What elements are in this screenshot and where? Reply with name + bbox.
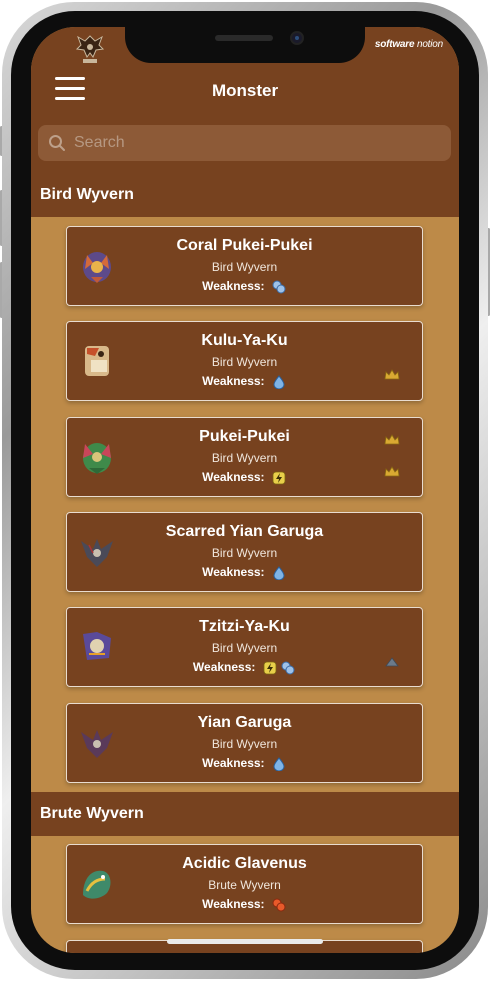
thunder-icon (281, 661, 295, 675)
weakness-label: Weakness: (192, 660, 256, 674)
monster-class: Bird Wyvern (211, 737, 278, 751)
monster-class: Brute Wyvern (208, 878, 281, 892)
monster-card-coral-pukei-pukei[interactable]: Coral Pukei-Pukei Bird Wyvern Weakness: (66, 226, 423, 306)
search-input[interactable] (74, 131, 434, 155)
search-icon (49, 135, 65, 151)
brand-logo: software notion (375, 39, 443, 50)
notch (125, 27, 365, 63)
monster-card-acidic-glavenus[interactable]: Acidic Glavenus Brute Wyvern Weakness: (66, 844, 423, 924)
weakness-row: Weakness: (67, 756, 422, 772)
thunder-bolt-icon (272, 471, 286, 485)
weakness-label: Weakness: (202, 897, 265, 911)
weakness-row: Weakness: (67, 897, 422, 912)
monster-card-kulu-ya-ku[interactable]: Kulu-Ya-Ku Bird Wyvern Weakness: (66, 321, 423, 401)
section-header-bird-wyvern: Bird Wyvern (31, 173, 459, 217)
home-indicator[interactable] (167, 939, 323, 944)
monster-class: Bird Wyvern (211, 451, 278, 465)
water-icon (273, 566, 285, 581)
front-camera (290, 31, 304, 45)
silver-crown-icon (385, 657, 399, 667)
page-title: Monster (211, 81, 279, 100)
search-box[interactable] (38, 125, 451, 161)
monster-name: Acidic Glavenus (182, 855, 307, 872)
monster-class: Bird Wyvern (211, 355, 278, 369)
weakness-label: Weakness: (202, 565, 265, 579)
water-icon (273, 757, 285, 772)
thunder-icon (272, 280, 286, 294)
monster-class: Bird Wyvern (211, 260, 278, 274)
monster-name: Scarred Yian Garuga (165, 523, 324, 540)
water-icon (273, 375, 285, 390)
weakness-label: Weakness: (202, 756, 265, 770)
weakness-row: Weakness: (67, 470, 422, 485)
earpiece-speaker (215, 35, 273, 41)
brand-text-notion: notion (416, 39, 443, 50)
gold-crown-icon (384, 369, 400, 380)
app-screen: software notion Monster Bird Wyvern Cora… (31, 27, 459, 953)
weakness-row: Weakness: (67, 374, 422, 390)
weakness-row: Weakness: (67, 279, 422, 294)
search-bar-container (31, 115, 459, 173)
monster-name: Pukei-Pukei (199, 428, 290, 445)
weakness-row: Weakness: (67, 565, 422, 581)
app-logo-icon (75, 35, 105, 63)
weakness-label: Weakness: (202, 374, 265, 388)
monster-class: Bird Wyvern (211, 546, 278, 560)
weakness-row: Weakness: (67, 660, 422, 675)
gold-crown-icon (384, 466, 400, 477)
brand-text-software: software (374, 39, 415, 50)
thunder-bolt-icon (263, 661, 277, 675)
monster-card-scarred-yian-garuga[interactable]: Scarred Yian Garuga Bird Wyvern Weakness… (66, 512, 423, 592)
section-header-brute-wyvern: Brute Wyvern (31, 792, 459, 836)
weakness-label: Weakness: (202, 279, 265, 293)
gold-crown-icon (384, 434, 400, 445)
monster-class: Bird Wyvern (211, 641, 278, 655)
monster-name: Tzitzi-Ya-Ku (199, 618, 290, 635)
monster-card-yian-garuga[interactable]: Yian Garuga Bird Wyvern Weakness: (66, 703, 423, 783)
fire-icon (272, 898, 286, 912)
monster-name: Coral Pukei-Pukei (176, 237, 313, 254)
weakness-label: Weakness: (202, 470, 265, 484)
monster-name: Yian Garuga (197, 714, 292, 731)
monster-card-tzitzi-ya-ku[interactable]: Tzitzi-Ya-Ku Bird Wyvern Weakness: (66, 607, 423, 687)
monster-name: Kulu-Ya-Ku (201, 332, 288, 349)
monster-card-pukei-pukei[interactable]: Pukei-Pukei Bird Wyvern Weakness: (66, 417, 423, 497)
